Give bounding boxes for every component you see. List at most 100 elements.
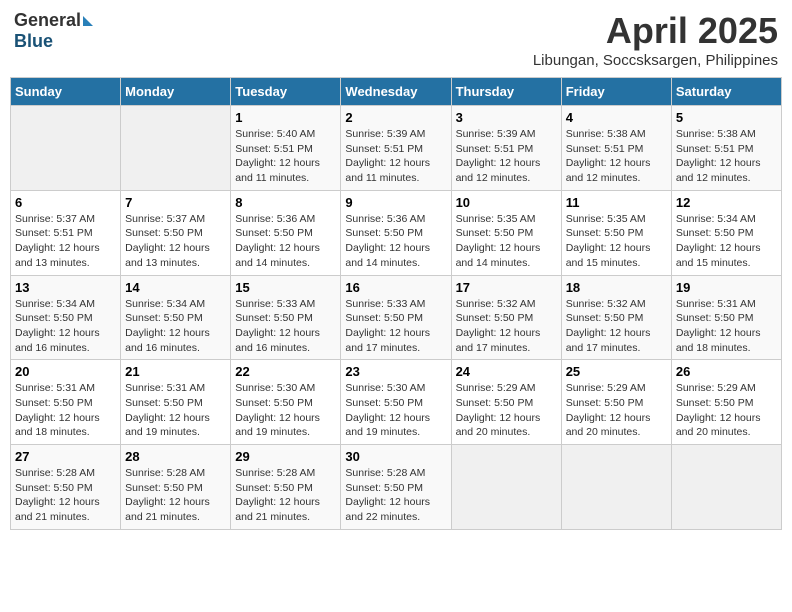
- calendar-week-2: 6 Sunrise: 5:37 AM Sunset: 5:51 PM Daylig…: [11, 190, 782, 275]
- day-number: 21: [125, 364, 226, 379]
- day-info: Sunrise: 5:28 AM Sunset: 5:50 PM Dayligh…: [15, 466, 116, 525]
- day-header-tuesday: Tuesday: [231, 78, 341, 106]
- day-info: Sunrise: 5:36 AM Sunset: 5:50 PM Dayligh…: [345, 212, 446, 271]
- day-number: 16: [345, 280, 446, 295]
- day-info: Sunrise: 5:35 AM Sunset: 5:50 PM Dayligh…: [566, 212, 667, 271]
- day-header-wednesday: Wednesday: [341, 78, 451, 106]
- day-info: Sunrise: 5:36 AM Sunset: 5:50 PM Dayligh…: [235, 212, 336, 271]
- calendar-cell: 19Sunrise: 5:31 AM Sunset: 5:50 PM Dayli…: [671, 275, 781, 360]
- day-number: 12: [676, 195, 777, 210]
- calendar-cell: 1 Sunrise: 5:40 AM Sunset: 5:51 PM Daylig…: [231, 106, 341, 191]
- day-number: 25: [566, 364, 667, 379]
- day-info: Sunrise: 5:39 AM Sunset: 5:51 PM Dayligh…: [345, 127, 446, 186]
- calendar-cell: 23 Sunrise: 5:30 AM Sunset: 5:50 PM Dayli…: [341, 360, 451, 445]
- day-number: 26: [676, 364, 777, 379]
- day-number: 4: [566, 110, 667, 125]
- calendar-week-4: 20 Sunrise: 5:31 AM Sunset: 5:50 PM Dayli…: [11, 360, 782, 445]
- calendar-cell: [561, 445, 671, 530]
- day-info: Sunrise: 5:38 AM Sunset: 5:51 PM Dayligh…: [676, 127, 777, 186]
- calendar-cell: [121, 106, 231, 191]
- day-info: Sunrise: 5:30 AM Sunset: 5:50 PM Dayligh…: [345, 381, 446, 440]
- day-number: 2: [345, 110, 446, 125]
- day-number: 11: [566, 195, 667, 210]
- day-info: Sunrise: 5:31 AM Sunset: 5:50 PM Dayligh…: [15, 381, 116, 440]
- day-info: Sunrise: 5:37 AM Sunset: 5:51 PM Dayligh…: [15, 212, 116, 271]
- day-number: 18: [566, 280, 667, 295]
- logo-blue-text: Blue: [14, 31, 53, 51]
- location-title: Libungan, Soccsksargen, Philippines: [533, 52, 778, 69]
- day-header-monday: Monday: [121, 78, 231, 106]
- day-header-sunday: Sunday: [11, 78, 121, 106]
- day-number: 5: [676, 110, 777, 125]
- day-number: 6: [15, 195, 116, 210]
- day-number: 22: [235, 364, 336, 379]
- calendar-week-1: 1 Sunrise: 5:40 AM Sunset: 5:51 PM Daylig…: [11, 106, 782, 191]
- day-number: 7: [125, 195, 226, 210]
- day-info: Sunrise: 5:32 AM Sunset: 5:50 PM Dayligh…: [456, 297, 557, 356]
- calendar-cell: 6 Sunrise: 5:37 AM Sunset: 5:51 PM Daylig…: [11, 190, 121, 275]
- day-info: Sunrise: 5:37 AM Sunset: 5:50 PM Dayligh…: [125, 212, 226, 271]
- day-number: 15: [235, 280, 336, 295]
- calendar-cell: 4 Sunrise: 5:38 AM Sunset: 5:51 PM Daylig…: [561, 106, 671, 191]
- day-info: Sunrise: 5:34 AM Sunset: 5:50 PM Dayligh…: [15, 297, 116, 356]
- day-number: 10: [456, 195, 557, 210]
- calendar-cell: 14 Sunrise: 5:34 AM Sunset: 5:50 PM Dayli…: [121, 275, 231, 360]
- calendar-cell: 26 Sunrise: 5:29 AM Sunset: 5:50 PM Dayli…: [671, 360, 781, 445]
- calendar-cell: 18 Sunrise: 5:32 AM Sunset: 5:50 PM Dayli…: [561, 275, 671, 360]
- calendar-cell: 11 Sunrise: 5:35 AM Sunset: 5:50 PM Dayli…: [561, 190, 671, 275]
- calendar-cell: 5 Sunrise: 5:38 AM Sunset: 5:51 PM Daylig…: [671, 106, 781, 191]
- day-info: Sunrise: 5:31 AM Sunset: 5:50 PM Dayligh…: [676, 297, 777, 356]
- day-number: 29: [235, 449, 336, 464]
- day-number: 3: [456, 110, 557, 125]
- day-number: 14: [125, 280, 226, 295]
- calendar-cell: 30 Sunrise: 5:28 AM Sunset: 5:50 PM Dayli…: [341, 445, 451, 530]
- calendar: SundayMondayTuesdayWednesdayThursdayFrid…: [10, 77, 782, 530]
- day-number: 1: [235, 110, 336, 125]
- day-number: 17: [456, 280, 557, 295]
- logo-general-text: General: [14, 10, 81, 31]
- day-info: Sunrise: 5:28 AM Sunset: 5:50 PM Dayligh…: [235, 466, 336, 525]
- day-info: Sunrise: 5:28 AM Sunset: 5:50 PM Dayligh…: [345, 466, 446, 525]
- calendar-cell: 2 Sunrise: 5:39 AM Sunset: 5:51 PM Daylig…: [341, 106, 451, 191]
- day-header-saturday: Saturday: [671, 78, 781, 106]
- day-number: 8: [235, 195, 336, 210]
- day-info: Sunrise: 5:31 AM Sunset: 5:50 PM Dayligh…: [125, 381, 226, 440]
- calendar-cell: [451, 445, 561, 530]
- day-number: 23: [345, 364, 446, 379]
- day-info: Sunrise: 5:29 AM Sunset: 5:50 PM Dayligh…: [676, 381, 777, 440]
- day-number: 13: [15, 280, 116, 295]
- day-info: Sunrise: 5:35 AM Sunset: 5:50 PM Dayligh…: [456, 212, 557, 271]
- day-info: Sunrise: 5:33 AM Sunset: 5:50 PM Dayligh…: [235, 297, 336, 356]
- calendar-cell: [11, 106, 121, 191]
- calendar-cell: 3 Sunrise: 5:39 AM Sunset: 5:51 PM Daylig…: [451, 106, 561, 191]
- calendar-cell: 25 Sunrise: 5:29 AM Sunset: 5:50 PM Dayli…: [561, 360, 671, 445]
- calendar-cell: 17 Sunrise: 5:32 AM Sunset: 5:50 PM Dayli…: [451, 275, 561, 360]
- day-number: 9: [345, 195, 446, 210]
- day-info: Sunrise: 5:34 AM Sunset: 5:50 PM Dayligh…: [125, 297, 226, 356]
- day-number: 24: [456, 364, 557, 379]
- day-info: Sunrise: 5:39 AM Sunset: 5:51 PM Dayligh…: [456, 127, 557, 186]
- calendar-cell: 13 Sunrise: 5:34 AM Sunset: 5:50 PM Dayli…: [11, 275, 121, 360]
- calendar-cell: 21 Sunrise: 5:31 AM Sunset: 5:50 PM Dayli…: [121, 360, 231, 445]
- calendar-cell: 8 Sunrise: 5:36 AM Sunset: 5:50 PM Daylig…: [231, 190, 341, 275]
- day-number: 20: [15, 364, 116, 379]
- day-info: Sunrise: 5:40 AM Sunset: 5:51 PM Dayligh…: [235, 127, 336, 186]
- day-info: Sunrise: 5:32 AM Sunset: 5:50 PM Dayligh…: [566, 297, 667, 356]
- day-info: Sunrise: 5:33 AM Sunset: 5:50 PM Dayligh…: [345, 297, 446, 356]
- calendar-cell: [671, 445, 781, 530]
- day-info: Sunrise: 5:38 AM Sunset: 5:51 PM Dayligh…: [566, 127, 667, 186]
- day-header-thursday: Thursday: [451, 78, 561, 106]
- day-info: Sunrise: 5:30 AM Sunset: 5:50 PM Dayligh…: [235, 381, 336, 440]
- day-info: Sunrise: 5:29 AM Sunset: 5:50 PM Dayligh…: [456, 381, 557, 440]
- calendar-cell: 28 Sunrise: 5:28 AM Sunset: 5:50 PM Dayli…: [121, 445, 231, 530]
- month-title: April 2025: [533, 10, 778, 52]
- calendar-cell: 22 Sunrise: 5:30 AM Sunset: 5:50 PM Dayli…: [231, 360, 341, 445]
- calendar-week-5: 27Sunrise: 5:28 AM Sunset: 5:50 PM Dayli…: [11, 445, 782, 530]
- day-number: 28: [125, 449, 226, 464]
- calendar-cell: 20 Sunrise: 5:31 AM Sunset: 5:50 PM Dayli…: [11, 360, 121, 445]
- day-info: Sunrise: 5:28 AM Sunset: 5:50 PM Dayligh…: [125, 466, 226, 525]
- calendar-week-3: 13 Sunrise: 5:34 AM Sunset: 5:50 PM Dayli…: [11, 275, 782, 360]
- calendar-cell: 24 Sunrise: 5:29 AM Sunset: 5:50 PM Dayli…: [451, 360, 561, 445]
- day-info: Sunrise: 5:29 AM Sunset: 5:50 PM Dayligh…: [566, 381, 667, 440]
- day-number: 30: [345, 449, 446, 464]
